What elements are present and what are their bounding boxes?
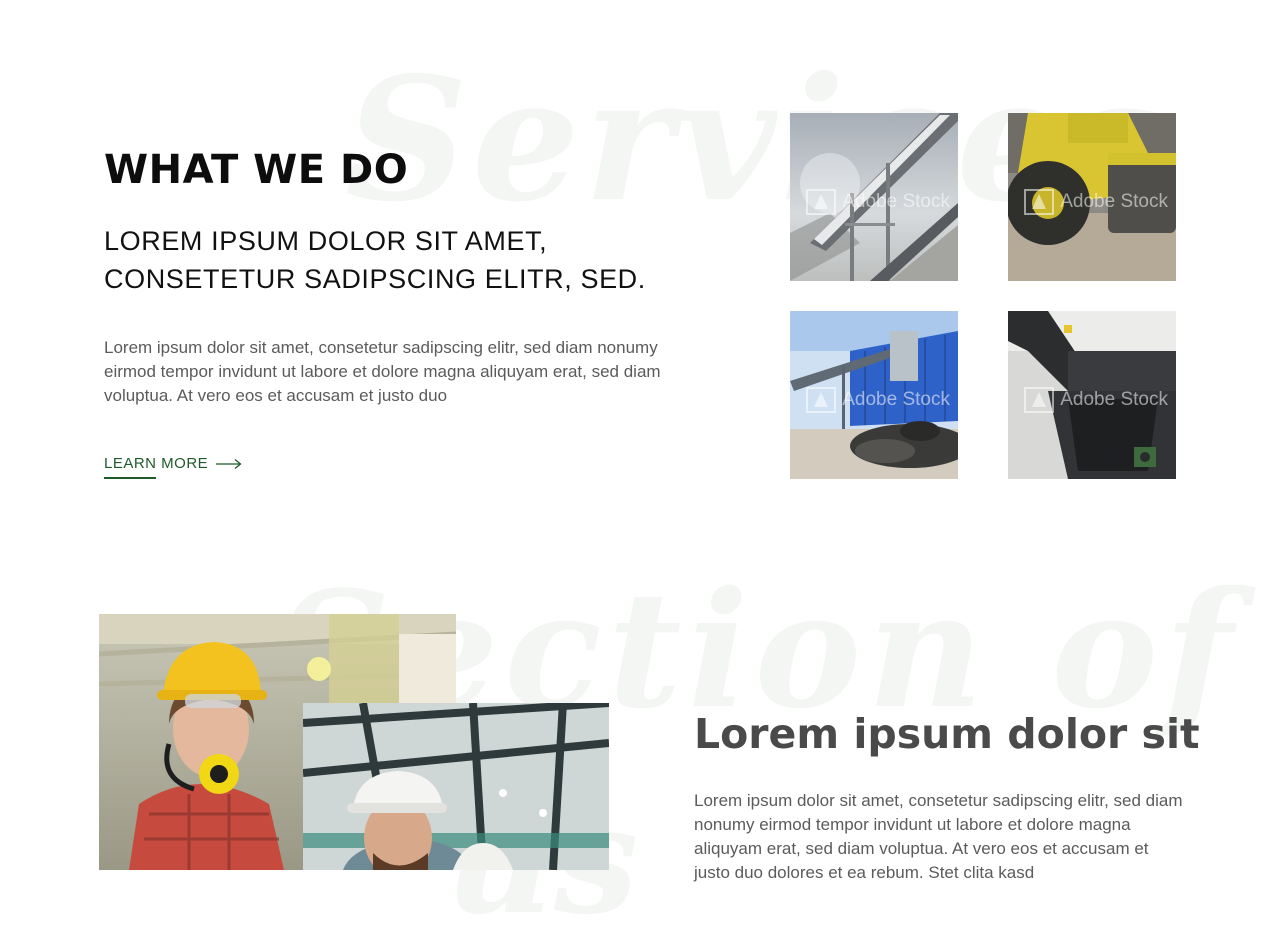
learn-more-link[interactable]: LEARN MORE: [104, 454, 242, 479]
watermark-text: Adobe Stock: [1060, 389, 1168, 410]
adobe-logo-icon: [806, 387, 837, 413]
what-we-do-section: Services WHAT WE DO LOREM IPSUM DOLOR SI…: [0, 0, 1280, 560]
learn-more-label: LEARN MORE: [104, 455, 209, 472]
shredder-machine-image: Adobe Stock: [1008, 311, 1176, 479]
watermark-text: Adobe Stock: [842, 389, 950, 410]
adobe-stock-watermark: Adobe Stock: [806, 189, 950, 215]
conveyor-belt-image: Adobe Stock: [790, 113, 958, 281]
watermark-text: Adobe Stock: [842, 191, 950, 212]
section-subheading: LOREM IPSUM DOLOR SIT AMET, CONSETETUR S…: [104, 226, 646, 294]
adobe-logo-icon: [1024, 189, 1055, 215]
watermark-text: Adobe Stock: [1060, 191, 1168, 212]
section-two-description: Lorem ipsum dolor sit amet, consetetur s…: [694, 791, 1183, 882]
section-description: Lorem ipsum dolor sit amet, consetetur s…: [104, 338, 661, 405]
adobe-stock-watermark: Adobe Stock: [806, 387, 950, 413]
adobe-logo-icon: [806, 189, 837, 215]
learn-more-underline: [104, 477, 156, 479]
adobe-stock-watermark: Adobe Stock: [1024, 189, 1168, 215]
road-roller-image: Adobe Stock: [1008, 113, 1176, 281]
section-heading: WHAT WE DO: [104, 147, 409, 193]
male-worker-photo: [303, 703, 609, 870]
section-two-heading: Lorem ipsum dolor sit: [694, 710, 1200, 758]
adobe-stock-watermark: Adobe Stock: [1024, 387, 1168, 413]
recycling-plant-image: Adobe Stock: [790, 311, 958, 479]
adobe-logo-icon: [1024, 387, 1055, 413]
arrow-right-icon: [216, 458, 242, 470]
